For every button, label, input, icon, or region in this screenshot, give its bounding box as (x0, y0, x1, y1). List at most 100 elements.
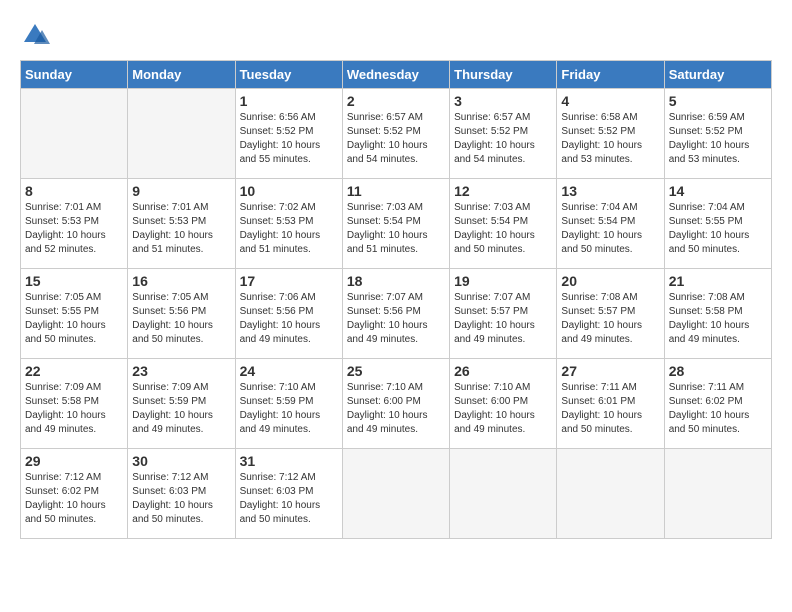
day-number: 11 (347, 183, 445, 199)
day-number: 29 (25, 453, 123, 469)
calendar-cell: 16 Sunrise: 7:05 AMSunset: 5:56 PMDayligh… (128, 269, 235, 359)
logo (20, 20, 54, 50)
day-detail: Sunrise: 6:59 AMSunset: 5:52 PMDaylight:… (669, 111, 767, 167)
day-number: 26 (454, 363, 552, 379)
week-row-4: 29 Sunrise: 7:12 AMSunset: 6:02 PMDayligh… (21, 449, 772, 539)
calendar-cell (664, 449, 771, 539)
day-number: 21 (669, 273, 767, 289)
day-number: 10 (240, 183, 338, 199)
calendar-cell (557, 449, 664, 539)
day-number: 2 (347, 93, 445, 109)
calendar-cell: 21 Sunrise: 7:08 AMSunset: 5:58 PMDayligh… (664, 269, 771, 359)
day-number: 28 (669, 363, 767, 379)
week-row-3: 22 Sunrise: 7:09 AMSunset: 5:58 PMDayligh… (21, 359, 772, 449)
day-detail: Sunrise: 7:05 AMSunset: 5:56 PMDaylight:… (132, 291, 230, 347)
col-header-saturday: Saturday (664, 61, 771, 89)
week-row-1: 8 Sunrise: 7:01 AMSunset: 5:53 PMDaylight… (21, 179, 772, 269)
day-detail: Sunrise: 7:08 AMSunset: 5:58 PMDaylight:… (669, 291, 767, 347)
day-detail: Sunrise: 7:03 AMSunset: 5:54 PMDaylight:… (347, 201, 445, 257)
calendar-cell: 29 Sunrise: 7:12 AMSunset: 6:02 PMDayligh… (21, 449, 128, 539)
day-detail: Sunrise: 7:10 AMSunset: 6:00 PMDaylight:… (454, 381, 552, 437)
calendar-cell (450, 449, 557, 539)
day-number: 18 (347, 273, 445, 289)
calendar-cell: 1Sunrise: 6:56 AMSunset: 5:52 PMDaylight… (235, 89, 342, 179)
calendar-cell: 17Sunrise: 7:06 AMSunset: 5:56 PMDayligh… (235, 269, 342, 359)
day-detail: Sunrise: 6:57 AMSunset: 5:52 PMDaylight:… (454, 111, 552, 167)
day-detail: Sunrise: 7:12 AMSunset: 6:03 PMDaylight:… (240, 471, 338, 527)
calendar-cell: 31 Sunrise: 7:12 AMSunset: 6:03 PMDayligh… (235, 449, 342, 539)
header-row: SundayMondayTuesdayWednesdayThursdayFrid… (21, 61, 772, 89)
logo-icon (20, 20, 50, 50)
calendar-cell: 23 Sunrise: 7:09 AMSunset: 5:59 PMDayligh… (128, 359, 235, 449)
day-number: 24 (240, 363, 338, 379)
day-number: 5 (669, 93, 767, 109)
day-number: 14 (669, 183, 767, 199)
calendar-cell: 20 Sunrise: 7:08 AMSunset: 5:57 PMDayligh… (557, 269, 664, 359)
calendar-cell (21, 89, 128, 179)
day-detail: Sunrise: 6:58 AMSunset: 5:52 PMDaylight:… (561, 111, 659, 167)
day-number: 17 (240, 273, 338, 289)
col-header-wednesday: Wednesday (342, 61, 449, 89)
day-detail: Sunrise: 7:03 AMSunset: 5:54 PMDaylight:… (454, 201, 552, 257)
day-detail: Sunrise: 6:57 AMSunset: 5:52 PMDaylight:… (347, 111, 445, 167)
day-number: 23 (132, 363, 230, 379)
day-detail: Sunrise: 7:12 AMSunset: 6:02 PMDaylight:… (25, 471, 123, 527)
day-number: 16 (132, 273, 230, 289)
day-number: 30 (132, 453, 230, 469)
day-detail: Sunrise: 7:11 AMSunset: 6:01 PMDaylight:… (561, 381, 659, 437)
week-row-0: 1Sunrise: 6:56 AMSunset: 5:52 PMDaylight… (21, 89, 772, 179)
calendar-cell: 2 Sunrise: 6:57 AMSunset: 5:52 PMDaylight… (342, 89, 449, 179)
col-header-friday: Friday (557, 61, 664, 89)
day-number: 8 (25, 183, 123, 199)
calendar-cell (342, 449, 449, 539)
day-number: 22 (25, 363, 123, 379)
calendar-cell: 25Sunrise: 7:10 AMSunset: 6:00 PMDayligh… (342, 359, 449, 449)
day-detail: Sunrise: 7:10 AMSunset: 6:00 PMDaylight:… (347, 381, 445, 437)
day-detail: Sunrise: 6:56 AMSunset: 5:52 PMDaylight:… (240, 111, 338, 167)
day-number: 31 (240, 453, 338, 469)
day-number: 15 (25, 273, 123, 289)
calendar-cell (128, 89, 235, 179)
calendar-cell: 14 Sunrise: 7:04 AMSunset: 5:55 PMDayligh… (664, 179, 771, 269)
calendar-cell: 10 Sunrise: 7:02 AMSunset: 5:53 PMDayligh… (235, 179, 342, 269)
day-number: 27 (561, 363, 659, 379)
calendar-cell: 13Sunrise: 7:04 AMSunset: 5:54 PMDayligh… (557, 179, 664, 269)
calendar-cell: 18Sunrise: 7:07 AMSunset: 5:56 PMDayligh… (342, 269, 449, 359)
day-detail: Sunrise: 7:01 AMSunset: 5:53 PMDaylight:… (25, 201, 123, 257)
day-detail: Sunrise: 7:11 AMSunset: 6:02 PMDaylight:… (669, 381, 767, 437)
calendar-cell: 5 Sunrise: 6:59 AMSunset: 5:52 PMDaylight… (664, 89, 771, 179)
calendar-cell: 24 Sunrise: 7:10 AMSunset: 5:59 PMDayligh… (235, 359, 342, 449)
calendar-cell: 30Sunrise: 7:12 AMSunset: 6:03 PMDayligh… (128, 449, 235, 539)
day-detail: Sunrise: 7:10 AMSunset: 5:59 PMDaylight:… (240, 381, 338, 437)
calendar-cell: 3 Sunrise: 6:57 AMSunset: 5:52 PMDaylight… (450, 89, 557, 179)
calendar-cell: 11 Sunrise: 7:03 AMSunset: 5:54 PMDayligh… (342, 179, 449, 269)
day-number: 12 (454, 183, 552, 199)
calendar-cell: 4 Sunrise: 6:58 AMSunset: 5:52 PMDaylight… (557, 89, 664, 179)
day-detail: Sunrise: 7:04 AMSunset: 5:55 PMDaylight:… (669, 201, 767, 257)
day-number: 13 (561, 183, 659, 199)
calendar-cell: 28 Sunrise: 7:11 AMSunset: 6:02 PMDayligh… (664, 359, 771, 449)
day-number: 4 (561, 93, 659, 109)
col-header-monday: Monday (128, 61, 235, 89)
header (20, 20, 772, 50)
calendar-cell: 12 Sunrise: 7:03 AMSunset: 5:54 PMDayligh… (450, 179, 557, 269)
day-number: 20 (561, 273, 659, 289)
calendar-cell: 22 Sunrise: 7:09 AMSunset: 5:58 PMDayligh… (21, 359, 128, 449)
calendar-cell: 27 Sunrise: 7:11 AMSunset: 6:01 PMDayligh… (557, 359, 664, 449)
col-header-thursday: Thursday (450, 61, 557, 89)
day-detail: Sunrise: 7:09 AMSunset: 5:59 PMDaylight:… (132, 381, 230, 437)
day-detail: Sunrise: 7:08 AMSunset: 5:57 PMDaylight:… (561, 291, 659, 347)
day-number: 19 (454, 273, 552, 289)
col-header-tuesday: Tuesday (235, 61, 342, 89)
calendar-cell: 8 Sunrise: 7:01 AMSunset: 5:53 PMDaylight… (21, 179, 128, 269)
day-detail: Sunrise: 7:02 AMSunset: 5:53 PMDaylight:… (240, 201, 338, 257)
day-number: 9 (132, 183, 230, 199)
calendar-table: SundayMondayTuesdayWednesdayThursdayFrid… (20, 60, 772, 539)
calendar-cell: 9Sunrise: 7:01 AMSunset: 5:53 PMDaylight… (128, 179, 235, 269)
week-row-2: 15 Sunrise: 7:05 AMSunset: 5:55 PMDayligh… (21, 269, 772, 359)
calendar-cell: 19Sunrise: 7:07 AMSunset: 5:57 PMDayligh… (450, 269, 557, 359)
calendar-cell: 26 Sunrise: 7:10 AMSunset: 6:00 PMDayligh… (450, 359, 557, 449)
day-detail: Sunrise: 7:05 AMSunset: 5:55 PMDaylight:… (25, 291, 123, 347)
day-detail: Sunrise: 7:09 AMSunset: 5:58 PMDaylight:… (25, 381, 123, 437)
day-number: 3 (454, 93, 552, 109)
